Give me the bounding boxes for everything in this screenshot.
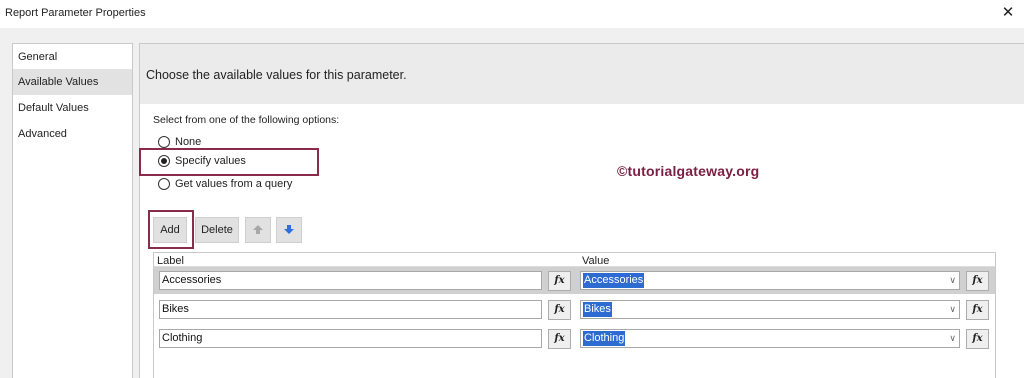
- move-up-button[interactable]: [245, 217, 271, 243]
- window-title: Report Parameter Properties: [5, 7, 146, 19]
- nav-item-advanced[interactable]: Advanced: [13, 121, 132, 147]
- chevron-down-icon: ∨: [949, 275, 956, 285]
- option-none-label: None: [175, 136, 202, 148]
- row-1-label-input[interactable]: Accessories: [159, 271, 542, 290]
- add-button-highlight: [148, 210, 194, 249]
- down-arrow-icon: [284, 225, 294, 234]
- close-icon[interactable]: ✕: [998, 3, 1018, 23]
- row-3-value-combobox[interactable]: Clothing ∨: [580, 329, 960, 348]
- row-1-label-expression-button[interactable]: fx: [548, 271, 571, 291]
- title-bar: Report Parameter Properties ✕: [0, 0, 1024, 28]
- chevron-down-icon: ∨: [949, 304, 956, 314]
- radio-none[interactable]: [158, 136, 170, 148]
- panel-header: Choose the available values for this par…: [140, 44, 1024, 104]
- nav-item-general[interactable]: General: [13, 44, 132, 70]
- row-3-value-text: Clothing: [583, 331, 626, 346]
- delete-button[interactable]: Delete: [195, 217, 239, 243]
- up-arrow-icon: [253, 225, 263, 234]
- row-2-label-expression-button[interactable]: fx: [548, 300, 571, 320]
- row-1-value-combobox[interactable]: Accessories ∨: [580, 271, 960, 290]
- chevron-down-icon: ∨: [949, 333, 956, 343]
- row-1-value-text: Accessories: [583, 273, 645, 288]
- row-1-value-expression-button[interactable]: fx: [966, 271, 989, 291]
- row-2-value-text: Bikes: [583, 302, 612, 317]
- page-title: Choose the available values for this par…: [146, 68, 407, 82]
- nav-item-available-values[interactable]: Available Values: [13, 69, 132, 95]
- option-get-values-query-label: Get values from a query: [175, 178, 293, 190]
- watermark: ©tutorialgateway.org: [617, 163, 760, 179]
- row-3-value-expression-button[interactable]: fx: [966, 329, 989, 349]
- row-3-label-input[interactable]: Clothing: [159, 329, 542, 348]
- row-2-value-expression-button[interactable]: fx: [966, 300, 989, 320]
- specify-values-highlight: [139, 148, 319, 176]
- row-2-label-input[interactable]: Bikes: [159, 300, 542, 319]
- nav-item-default-values[interactable]: Default Values: [13, 95, 132, 121]
- radio-get-values-query[interactable]: [158, 178, 170, 190]
- move-down-button[interactable]: [276, 217, 302, 243]
- option-get-values-query[interactable]: Get values from a query: [158, 176, 292, 192]
- row-2-value-combobox[interactable]: Bikes ∨: [580, 300, 960, 319]
- row-3-label-expression-button[interactable]: fx: [548, 329, 571, 349]
- settings-nav: General Available Values Default Values …: [12, 43, 133, 378]
- options-instruction: Select from one of the following options…: [153, 114, 340, 126]
